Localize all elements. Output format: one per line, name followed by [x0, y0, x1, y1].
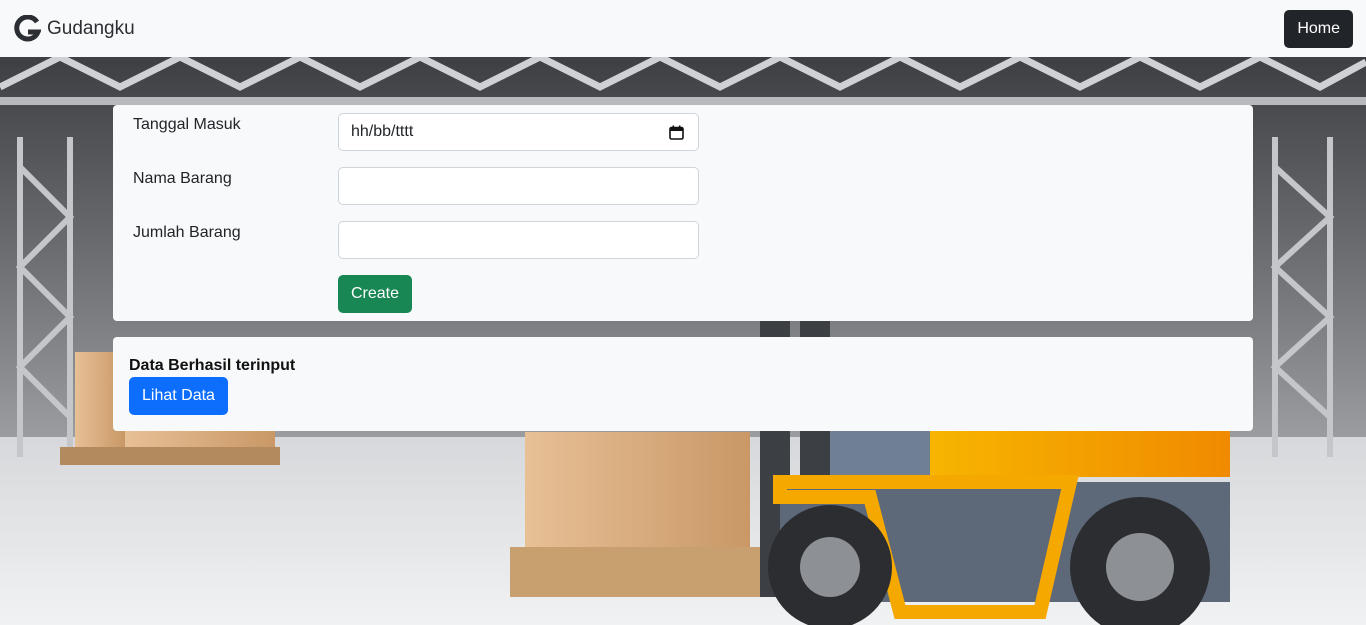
tanggal-masuk-value: hh/bb/tttt: [351, 123, 414, 140]
jumlah-barang-label: Jumlah Barang: [133, 224, 241, 241]
success-message-text: Data Berhasil terinput: [129, 357, 296, 374]
tanggal-masuk-input[interactable]: hh/bb/tttt: [338, 113, 699, 151]
lihat-data-button[interactable]: Lihat Data: [129, 377, 228, 415]
brand-name: Gudangku: [47, 17, 135, 39]
brand-link[interactable]: Gudangku: [13, 14, 135, 43]
jumlah-barang-input[interactable]: [338, 221, 699, 259]
g-logo-icon: [14, 14, 41, 41]
home-button[interactable]: Home: [1284, 10, 1353, 48]
navbar: Gudangku Home: [0, 0, 1366, 57]
input-form-card: Tanggal Masuk hh/bb/tttt Nama Barang Jum…: [113, 105, 1253, 321]
success-message-card: Data Berhasil terinput Lihat Data: [113, 337, 1253, 431]
nama-barang-input[interactable]: [338, 167, 699, 205]
nama-barang-label: Nama Barang: [133, 170, 232, 187]
tanggal-masuk-label: Tanggal Masuk: [133, 116, 241, 133]
calendar-icon[interactable]: [669, 125, 684, 140]
create-button[interactable]: Create: [338, 275, 413, 313]
